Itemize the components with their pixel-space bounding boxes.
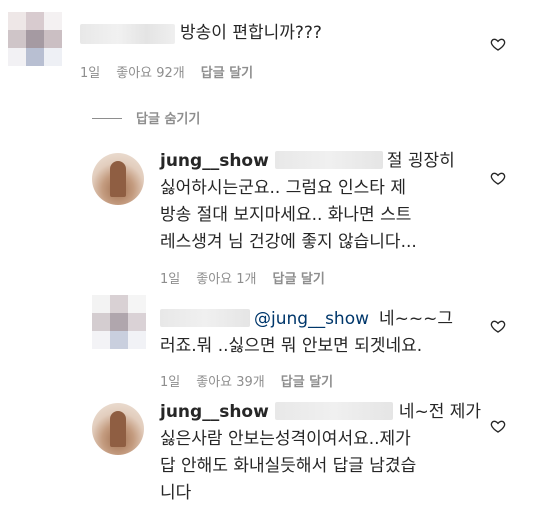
reply-body: jung__show 절 굉장히 싫어하시는군요.. 그럼요 인스타 제 방송 절… [160, 148, 455, 256]
reply-text-line: 니다 [160, 483, 192, 503]
comment-meta: 1일 좋아요 92개 답글 달기 [80, 62, 269, 81]
reply-body: @jung__show 네~~~그 러죠.뭐 ..싫으면 뭐 안보면 되겟네요. [160, 306, 453, 360]
reply-divider [92, 118, 122, 119]
heart-outline-icon[interactable] [490, 170, 506, 186]
mention-blurred[interactable] [274, 402, 393, 420]
reply-meta: 1일 좋아요 39개 답글 달기 [160, 371, 349, 390]
username[interactable]: jung__show [160, 402, 269, 422]
reply-text-line: 싫은사람 안보는성격이여서요..제가 [160, 429, 411, 449]
avatar-blurred[interactable] [92, 295, 146, 349]
mention-blurred[interactable] [274, 151, 383, 169]
reply-text-line: 싫어하시는군요.. 그럼요 인스타 제 [160, 178, 406, 198]
username[interactable]: jung__show [160, 151, 269, 171]
mention-link[interactable]: @jung__show [254, 309, 369, 329]
reply-text-line: 레스생겨 님 건강에 좋지 않습니다... [160, 232, 417, 252]
comment-time: 1일 [80, 66, 101, 81]
reply-text-line: 네~전 제가 [398, 402, 482, 422]
reply-text-line: 러죠.뭐 ..싫으면 뭐 안보면 되겟네요. [160, 336, 423, 356]
reply-time: 1일 [160, 272, 181, 287]
reply-text-line: 방송 절대 보지마세요.. 화나면 스트 [160, 205, 412, 225]
reply-text-line: 네~~~그 [379, 309, 454, 329]
reply-button[interactable]: 답글 달기 [201, 66, 253, 81]
username-blurred[interactable] [80, 24, 175, 44]
reply-time: 1일 [160, 375, 181, 390]
reply-body: jung__show 네~전 제가 싫은사람 안보는성격이여서요..제가 답 안해… [160, 399, 481, 507]
reply-button[interactable]: 답글 달기 [272, 272, 324, 287]
avatar-blurred[interactable] [8, 12, 62, 66]
avatar-jung-show[interactable] [92, 403, 144, 455]
reply-text-line: 절 굉장히 [386, 151, 455, 171]
reply-meta: 1일 좋아요 1개 답글 달기 [160, 268, 341, 287]
reply-likes[interactable]: 좋아요 1개 [196, 272, 256, 287]
reply-text-line: 답 안해도 화내실듯해서 답글 남겼습 [160, 456, 417, 476]
avatar-jung-show[interactable] [92, 153, 144, 205]
comment-text: 방송이 편합니까??? [180, 23, 322, 43]
heart-outline-icon[interactable] [490, 318, 506, 334]
reply-likes[interactable]: 좋아요 39개 [196, 375, 265, 390]
heart-outline-icon[interactable] [490, 418, 506, 434]
hide-replies-button[interactable]: 답글 숨기기 [136, 108, 200, 127]
username-blurred[interactable] [160, 309, 250, 327]
comment-likes[interactable]: 좋아요 92개 [116, 66, 185, 81]
heart-outline-icon[interactable] [490, 36, 506, 52]
reply-button[interactable]: 답글 달기 [281, 375, 333, 390]
